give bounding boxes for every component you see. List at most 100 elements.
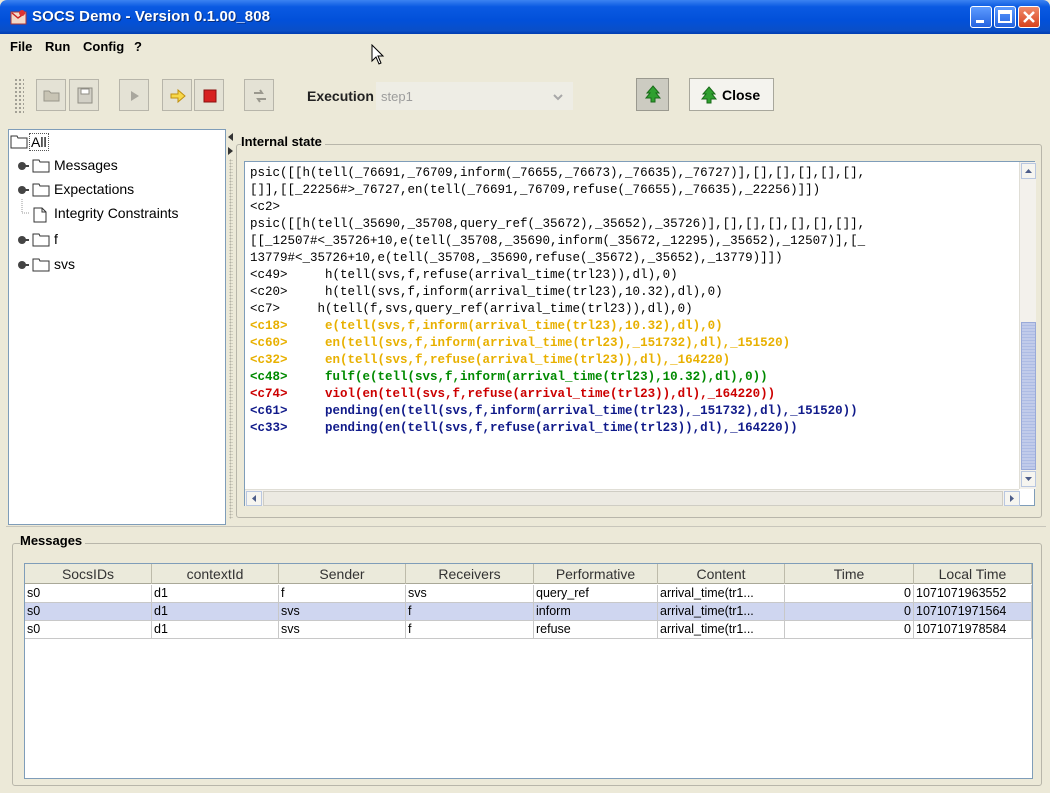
tree-item-f[interactable]: f xyxy=(9,231,69,249)
folder-icon xyxy=(32,159,50,173)
tree-icon xyxy=(700,86,718,104)
minimize-icon xyxy=(976,20,984,23)
save-button[interactable] xyxy=(69,79,99,111)
state-line: [[_12507#<_35726+10,e(tell(_35708,_35690… xyxy=(250,234,866,248)
tree-item-messages[interactable]: Messages xyxy=(9,157,189,175)
table-cell: 0 xyxy=(785,585,914,603)
expand-toggle-icon[interactable] xyxy=(17,234,29,246)
toolbar: Execution mode: step1 Close xyxy=(6,58,1046,130)
folder-icon xyxy=(32,258,50,272)
tree-icon xyxy=(644,85,662,103)
table-cell: query_ref xyxy=(534,585,658,603)
table-cell: 1071071963552 xyxy=(914,585,1032,603)
split-divider[interactable] xyxy=(227,129,235,525)
step-button[interactable] xyxy=(162,79,192,111)
close-button[interactable]: Close xyxy=(689,78,774,111)
horizontal-scrollbar[interactable] xyxy=(245,489,1020,506)
maximize-button[interactable] xyxy=(994,6,1016,28)
app-icon xyxy=(10,10,27,25)
column-header[interactable]: Content xyxy=(658,564,785,584)
document-icon xyxy=(33,207,47,223)
column-header[interactable]: contextId xyxy=(152,564,279,584)
column-header[interactable]: Sender xyxy=(279,564,406,584)
tree-item-label: Expectations xyxy=(54,181,135,197)
column-header[interactable]: Local Time xyxy=(914,564,1032,584)
state-line: <c7> h(tell(f,svs,query_ref(arrival_time… xyxy=(250,302,693,316)
stop-icon xyxy=(203,89,217,103)
internal-state-text[interactable]: psic([[h(tell(_76691,_76709,inform(_7665… xyxy=(250,165,1017,483)
table-cell: inform xyxy=(534,603,658,621)
table-cell: arrival_time(tr1... xyxy=(658,621,785,639)
state-line: <c60> en(tell(svs,f,inform(arrival_time(… xyxy=(250,336,791,350)
close-button-label: Close xyxy=(722,87,761,103)
column-header[interactable]: SocsIDs xyxy=(25,564,152,584)
table-row[interactable]: s0 d1 svs f refuse arrival_time(tr1... 0… xyxy=(25,621,1032,639)
menu-help[interactable]: ? xyxy=(134,39,142,54)
menu-config[interactable]: Config xyxy=(83,39,124,54)
tree-item-svs[interactable]: svs xyxy=(9,256,89,274)
expand-toggle-icon[interactable] xyxy=(17,259,29,271)
scroll-left-button[interactable] xyxy=(246,491,262,506)
table-row[interactable]: s0 d1 f svs query_ref arrival_time(tr1..… xyxy=(25,585,1032,603)
collapse-right-icon[interactable] xyxy=(228,147,234,155)
divider-grip xyxy=(229,159,233,519)
table-cell: d1 xyxy=(152,603,279,621)
tree-item-label: svs xyxy=(54,256,75,272)
open-button[interactable] xyxy=(36,79,66,111)
tree-panel: All Messages Expectations Integrity Cons… xyxy=(8,129,226,525)
table-cell: refuse xyxy=(534,621,658,639)
table-cell: 1071071971564 xyxy=(914,603,1032,621)
arrow-down-icon xyxy=(1025,477,1032,481)
messages-table: SocsIDs contextId Sender Receivers Perfo… xyxy=(24,563,1033,779)
table-cell: d1 xyxy=(152,585,279,603)
expand-toggle-icon[interactable] xyxy=(17,160,29,172)
tree-button[interactable] xyxy=(636,78,669,111)
maximize-icon xyxy=(998,10,1012,23)
menu-run[interactable]: Run xyxy=(45,39,70,54)
table-cell: 0 xyxy=(785,603,914,621)
scroll-right-button[interactable] xyxy=(1004,491,1020,506)
scroll-up-button[interactable] xyxy=(1021,163,1036,179)
table-cell: arrival_time(tr1... xyxy=(658,585,785,603)
tree-item-label: Messages xyxy=(54,157,118,173)
table-row-selected[interactable]: s0 d1 svs f inform arrival_time(tr1... 0… xyxy=(25,603,1032,621)
execution-mode-value: step1 xyxy=(381,89,413,104)
window-title: SOCS Demo - Version 0.1.00_808 xyxy=(32,8,271,25)
state-line: <c33> pending(en(tell(svs,f,refuse(arriv… xyxy=(250,421,798,435)
vertical-scrollbar[interactable] xyxy=(1019,162,1036,489)
horizontal-split-divider[interactable] xyxy=(6,526,1046,531)
scroll-thumb[interactable] xyxy=(263,491,1003,506)
tree-item-label: f xyxy=(54,231,58,247)
toolbar-grip[interactable] xyxy=(14,78,24,114)
tree-item-integrity-constraints[interactable]: Integrity Constraints xyxy=(9,199,221,225)
expand-toggle-icon[interactable] xyxy=(17,184,29,196)
play-button[interactable] xyxy=(119,79,149,111)
minimize-button[interactable] xyxy=(970,6,992,28)
stop-button[interactable] xyxy=(194,79,224,111)
arrow-up-icon xyxy=(1025,169,1032,173)
scroll-thumb[interactable] xyxy=(1021,322,1036,470)
refresh-button[interactable] xyxy=(244,79,274,111)
internal-state-panel: psic([[h(tell(_76691,_76709,inform(_7665… xyxy=(244,161,1036,506)
table-cell: s0 xyxy=(25,603,152,621)
tree-root-all[interactable]: All xyxy=(9,133,69,151)
column-header[interactable]: Receivers xyxy=(406,564,534,584)
column-header[interactable]: Time xyxy=(785,564,914,584)
execution-mode-select[interactable]: step1 xyxy=(376,82,573,110)
close-window-button[interactable] xyxy=(1018,6,1040,28)
column-header[interactable]: Performative xyxy=(534,564,658,584)
refresh-icon xyxy=(254,89,266,103)
state-line: <c18> e(tell(svs,f,inform(arrival_time(t… xyxy=(250,319,723,333)
table-cell: s0 xyxy=(25,585,152,603)
tree-item-expectations[interactable]: Expectations xyxy=(9,181,189,199)
table-cell: svs xyxy=(279,603,406,621)
state-line: []],[[_22256#>_76727,en(tell(_76691,_767… xyxy=(250,183,821,197)
close-icon xyxy=(1023,11,1035,23)
arrow-left-icon xyxy=(252,495,256,502)
state-line: <c32> en(tell(svs,f,refuse(arrival_time(… xyxy=(250,353,731,367)
menu-file[interactable]: File xyxy=(10,39,32,54)
table-cell: 1071071978584 xyxy=(914,621,1032,639)
messages-title: Messages xyxy=(20,533,86,548)
collapse-left-icon[interactable] xyxy=(228,133,234,141)
scroll-down-button[interactable] xyxy=(1021,471,1036,487)
